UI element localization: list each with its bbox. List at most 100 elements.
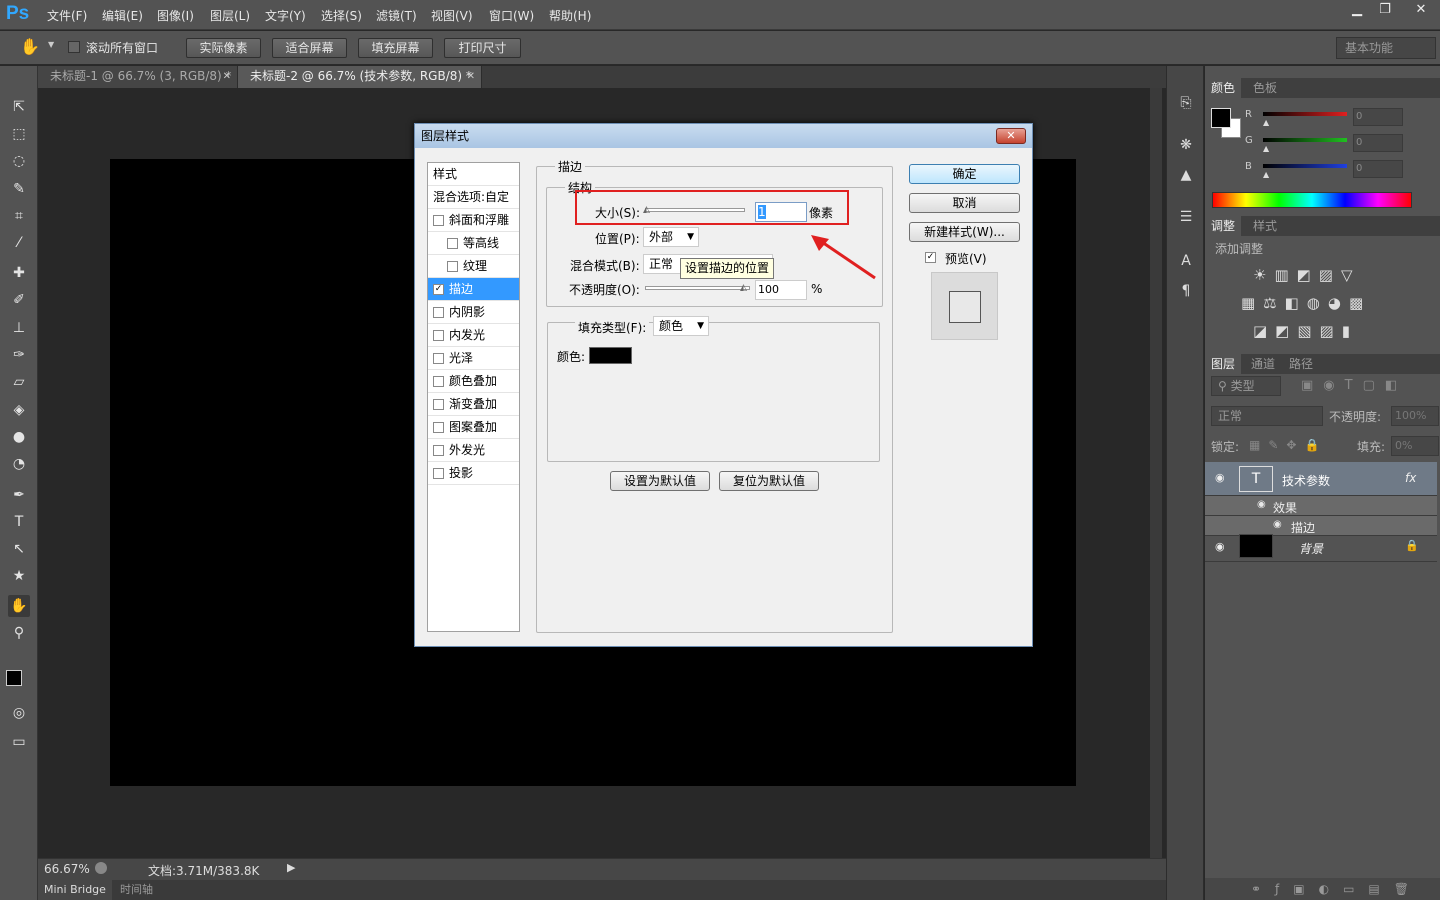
path-select-icon[interactable]: ↖ xyxy=(8,538,30,560)
style-checkbox[interactable] xyxy=(433,376,444,387)
menu-image[interactable]: 图像(I) xyxy=(157,7,194,24)
eraser-tool-icon[interactable]: ▱ xyxy=(8,371,30,393)
crop-tool-icon[interactable]: ⌗ xyxy=(8,205,30,227)
chevron-down-icon[interactable]: ▼ xyxy=(48,40,54,49)
zoom-level[interactable]: 66.67% xyxy=(44,862,90,876)
character-icon[interactable]: A xyxy=(1175,250,1197,272)
style-item[interactable]: 斜面和浮雕 xyxy=(428,209,519,232)
adjustment-icons-row-2[interactable]: ▦⚖◧◍◕▩ xyxy=(1241,294,1391,312)
document-tab-active[interactable]: 未标题-2 @ 66.7% (技术参数, RGB/8) * ✕ xyxy=(238,66,482,88)
style-checkbox[interactable] xyxy=(433,399,444,410)
style-item[interactable]: ✓ 描边 xyxy=(428,278,519,301)
slider-thumb-icon[interactable]: ▲ xyxy=(1263,144,1269,153)
histogram-icon[interactable]: ▲ xyxy=(1175,164,1197,186)
blend-mode-select[interactable]: 正常 xyxy=(1211,406,1323,426)
menu-layer[interactable]: 图层(L) xyxy=(210,7,250,24)
marquee-tool-icon[interactable]: ⬚ xyxy=(8,123,30,145)
style-checkbox[interactable] xyxy=(433,422,444,433)
tab-adjustments[interactable]: 调整 xyxy=(1205,216,1242,236)
style-item[interactable]: 等高线 xyxy=(428,232,519,255)
style-checkbox[interactable]: ✓ xyxy=(433,284,444,295)
style-item[interactable]: 混合选项:自定 xyxy=(428,186,519,209)
brush-settings-icon[interactable]: ❋ xyxy=(1175,134,1197,156)
layer-opacity-field[interactable]: 100% xyxy=(1391,406,1439,426)
history-brush-icon[interactable]: ✑ xyxy=(8,344,30,366)
menu-file[interactable]: 文件(F) xyxy=(47,7,87,24)
eyedropper-tool-icon[interactable]: ⁄ xyxy=(8,232,30,254)
style-item[interactable]: 内阴影 xyxy=(428,301,519,324)
minimize-button[interactable]: ▁ xyxy=(1342,0,1372,22)
style-checkbox[interactable] xyxy=(433,353,444,364)
make-default-button[interactable]: 设置为默认值 xyxy=(610,471,710,491)
slider-thumb-icon[interactable]: ▲ xyxy=(1263,170,1269,179)
healing-brush-icon[interactable]: ✚ xyxy=(8,262,30,284)
hand-tool-icon[interactable]: ✋ xyxy=(8,595,30,617)
move-tool-icon[interactable]: ⇱ xyxy=(8,96,30,118)
close-icon[interactable]: ✕ xyxy=(996,128,1026,144)
properties-icon[interactable]: ☰ xyxy=(1175,206,1197,228)
fg-color-swatch[interactable] xyxy=(1211,108,1231,128)
style-checkbox[interactable] xyxy=(447,238,458,249)
menu-edit[interactable]: 编辑(E) xyxy=(102,7,143,24)
pen-tool-icon[interactable]: ✒ xyxy=(8,484,30,506)
style-item[interactable]: 投影 xyxy=(428,462,519,485)
style-item[interactable]: 外发光 xyxy=(428,439,519,462)
stamp-tool-icon[interactable]: ⊥ xyxy=(8,317,30,339)
color-ramp[interactable] xyxy=(1212,192,1412,208)
vertical-scrollbar[interactable] xyxy=(1150,88,1162,858)
style-checkbox[interactable] xyxy=(433,468,444,479)
layer-row-background[interactable]: ◉ 背景 🔒 xyxy=(1205,532,1437,562)
style-item[interactable]: 光泽 xyxy=(428,347,519,370)
style-item[interactable]: 样式 xyxy=(428,163,519,186)
close-icon[interactable]: ✕ xyxy=(223,66,231,87)
position-select[interactable]: 外部 ▼ xyxy=(643,227,699,247)
style-item[interactable]: 图案叠加 xyxy=(428,416,519,439)
opacity-input[interactable]: 100 xyxy=(755,280,807,300)
preview-checkbox[interactable]: ✓ xyxy=(925,252,936,263)
close-icon[interactable]: ✕ xyxy=(467,66,475,87)
quick-mask-icon[interactable]: ◎ xyxy=(8,702,30,724)
cancel-button[interactable]: 取消 xyxy=(909,193,1020,213)
shape-tool-icon[interactable]: ★ xyxy=(8,565,30,587)
channel-value[interactable]: 0 xyxy=(1353,134,1403,152)
history-icon[interactable]: ⎘ xyxy=(1175,92,1197,114)
menu-help[interactable]: 帮助(H) xyxy=(549,7,591,24)
channel-value[interactable]: 0 xyxy=(1353,160,1403,178)
style-item[interactable]: 纹理 xyxy=(428,255,519,278)
adjustment-icons-row-3[interactable]: ◪◩▧▨▮ xyxy=(1253,322,1383,340)
tab-timeline[interactable]: 时间轴 xyxy=(120,880,153,900)
visibility-eye-icon[interactable]: ◉ xyxy=(1215,471,1225,484)
stroke-eye-icon[interactable]: ◉ xyxy=(1273,519,1282,530)
stroke-color-swatch[interactable] xyxy=(589,347,632,364)
workspace-select[interactable]: 基本功能 xyxy=(1336,37,1436,59)
paint-bucket-icon[interactable]: ◈ xyxy=(8,399,30,421)
style-checkbox[interactable] xyxy=(433,330,444,341)
screen-mode-icon[interactable]: ▭ xyxy=(8,731,30,753)
opacity-slider-thumb-icon[interactable]: ◭ xyxy=(740,283,747,293)
tab-color[interactable]: 颜色 xyxy=(1205,78,1242,98)
restore-button[interactable]: ❐ xyxy=(1370,0,1400,22)
fx-icon[interactable]: fx xyxy=(1405,471,1416,485)
lasso-tool-icon[interactable]: ◌ xyxy=(8,150,30,172)
visibility-eye-icon[interactable]: ◉ xyxy=(1215,540,1225,553)
tab-swatches[interactable]: 色板 xyxy=(1247,78,1283,98)
type-tool-icon[interactable]: T xyxy=(8,511,30,533)
lock-icons[interactable]: ▦✎✥🔒 xyxy=(1249,438,1327,452)
menu-window[interactable]: 窗口(W) xyxy=(489,7,534,24)
effects-eye-icon[interactable]: ◉ xyxy=(1257,499,1266,510)
layers-footer-icons[interactable]: ⚭ƒ▣◐▭▤🗑 xyxy=(1205,878,1440,900)
style-checkbox[interactable] xyxy=(433,307,444,318)
menu-select[interactable]: 选择(S) xyxy=(321,7,362,24)
menu-filter[interactable]: 滤镜(T) xyxy=(376,7,417,24)
foreground-color-swatch[interactable] xyxy=(6,670,22,686)
tab-layers[interactable]: 图层 xyxy=(1205,354,1242,374)
menu-view[interactable]: 视图(V) xyxy=(431,7,473,24)
layer-name[interactable]: 背景 xyxy=(1299,540,1323,557)
tab-styles[interactable]: 样式 xyxy=(1247,216,1283,236)
zoom-tool-icon[interactable]: ⚲ xyxy=(8,622,30,644)
reset-default-button[interactable]: 复位为默认值 xyxy=(719,471,819,491)
channel-value[interactable]: 0 xyxy=(1353,108,1403,126)
actual-pixels-button[interactable]: 实际像素 xyxy=(186,38,261,58)
style-item[interactable]: 内发光 xyxy=(428,324,519,347)
style-checkbox[interactable] xyxy=(447,261,458,272)
